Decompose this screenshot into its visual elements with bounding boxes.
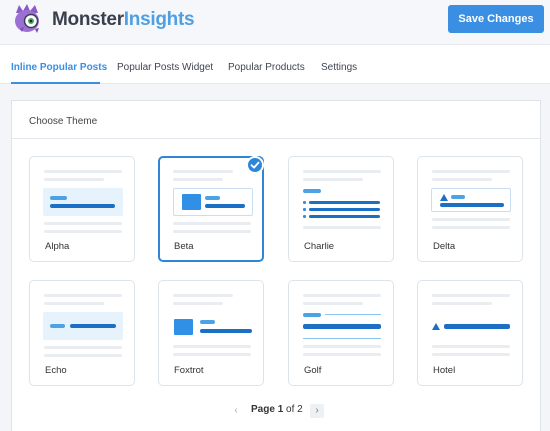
preview-accent	[50, 196, 67, 200]
theme-card-hotel[interactable]: Hotel	[417, 280, 523, 386]
theme-name: Delta	[433, 241, 456, 252]
preview-line	[173, 302, 223, 305]
preview-accent	[303, 313, 321, 317]
preview-line	[303, 226, 381, 229]
active-tab-indicator	[11, 82, 100, 84]
preview-rule	[303, 338, 381, 339]
preview-line	[303, 353, 381, 356]
preview-line	[303, 302, 363, 305]
preview-image	[182, 194, 201, 210]
chevron-right-icon[interactable]: ›	[310, 404, 324, 418]
theme-card-alpha[interactable]: Alpha	[29, 156, 135, 262]
preview-bar	[440, 203, 504, 207]
save-changes-button[interactable]: Save Changes	[448, 5, 544, 33]
preview-accent	[303, 189, 321, 193]
preview-line	[432, 226, 510, 229]
preview-box	[43, 312, 123, 340]
preview-bullet	[303, 201, 306, 204]
preview-rule	[325, 314, 381, 315]
preview-line	[432, 345, 510, 348]
preview-line	[44, 294, 122, 297]
preview-bar	[303, 324, 381, 329]
preview-box	[43, 188, 123, 216]
preview-bar	[309, 201, 380, 204]
theme-card-delta[interactable]: Delta	[417, 156, 523, 262]
preview-line	[173, 222, 251, 225]
preview-triangle	[432, 323, 440, 330]
preview-line	[173, 345, 251, 348]
preview-bar	[205, 204, 245, 208]
preview-line	[432, 294, 510, 297]
preview-line	[44, 178, 104, 181]
preview-bullet	[303, 208, 306, 211]
preview-bar	[309, 215, 380, 218]
preview-box	[431, 188, 511, 212]
preview-line	[303, 178, 363, 181]
preview-line	[44, 354, 122, 357]
theme-card-foxtrot[interactable]: Foxtrot	[158, 280, 264, 386]
page-of: of	[286, 404, 295, 415]
preview-bar	[50, 204, 115, 208]
theme-name: Golf	[304, 365, 322, 376]
preview-bar	[309, 208, 380, 211]
preview-bar	[70, 324, 116, 328]
theme-card-golf[interactable]: Golf	[288, 280, 394, 386]
page-total: 2	[297, 404, 303, 415]
preview-line	[432, 170, 510, 173]
preview-line	[173, 353, 251, 356]
tab-popular-posts-widget[interactable]: Popular Posts Widget	[117, 62, 213, 73]
theme-name: Beta	[174, 241, 194, 252]
panel-divider	[12, 138, 540, 139]
preview-triangle	[440, 194, 448, 201]
tab-bar: Inline Popular Posts Popular Posts Widge…	[0, 44, 550, 84]
preview-box	[173, 188, 253, 216]
theme-name: Foxtrot	[174, 365, 204, 376]
theme-name: Charlie	[304, 241, 335, 252]
preview-line	[432, 353, 510, 356]
preview-line	[303, 345, 381, 348]
preview-line	[44, 222, 122, 225]
preview-bar	[444, 324, 510, 329]
tab-inline-popular-posts[interactable]: Inline Popular Posts	[11, 62, 107, 73]
preview-accent	[451, 195, 465, 199]
preview-line	[44, 346, 122, 349]
brand-name-part1: Monster	[52, 9, 124, 30]
tab-popular-products[interactable]: Popular Products	[228, 62, 305, 73]
tab-settings[interactable]: Settings	[321, 62, 357, 73]
preview-accent	[205, 196, 220, 200]
theme-card-echo[interactable]: Echo	[29, 280, 135, 386]
preview-line	[44, 302, 104, 305]
preview-line	[44, 230, 122, 233]
theme-name: Hotel	[433, 365, 456, 376]
preview-line	[303, 170, 381, 173]
preview-accent	[50, 324, 65, 328]
theme-name: Echo	[45, 365, 67, 376]
top-bar: MonsterInsights Save Changes	[0, 0, 550, 44]
pagination-label: Page 1 of 2	[251, 404, 303, 418]
selected-check-icon	[246, 156, 264, 174]
preview-accent	[200, 320, 215, 324]
preview-line	[173, 178, 223, 181]
monster-logo-icon	[15, 4, 39, 33]
preview-line	[44, 170, 122, 173]
preview-line	[173, 170, 233, 173]
preview-image	[174, 319, 193, 335]
brand-name: MonsterInsights	[52, 9, 195, 31]
preview-bullet	[303, 215, 306, 218]
panel-title: Choose Theme	[29, 116, 98, 127]
theme-card-beta[interactable]: Beta	[158, 156, 264, 262]
preview-line	[432, 218, 510, 221]
page-word: Page	[251, 404, 275, 415]
preview-line	[173, 294, 233, 297]
theme-name: Alpha	[45, 241, 70, 252]
preview-bar	[200, 329, 252, 333]
brand-name-part2: Insights	[123, 9, 195, 30]
page-current: 1	[277, 404, 284, 415]
preview-line	[432, 302, 492, 305]
preview-line	[173, 230, 251, 233]
theme-card-charlie[interactable]: Charlie	[288, 156, 394, 262]
preview-line	[303, 294, 381, 297]
preview-line	[432, 178, 492, 181]
chevron-left-icon[interactable]: ‹	[229, 404, 243, 418]
